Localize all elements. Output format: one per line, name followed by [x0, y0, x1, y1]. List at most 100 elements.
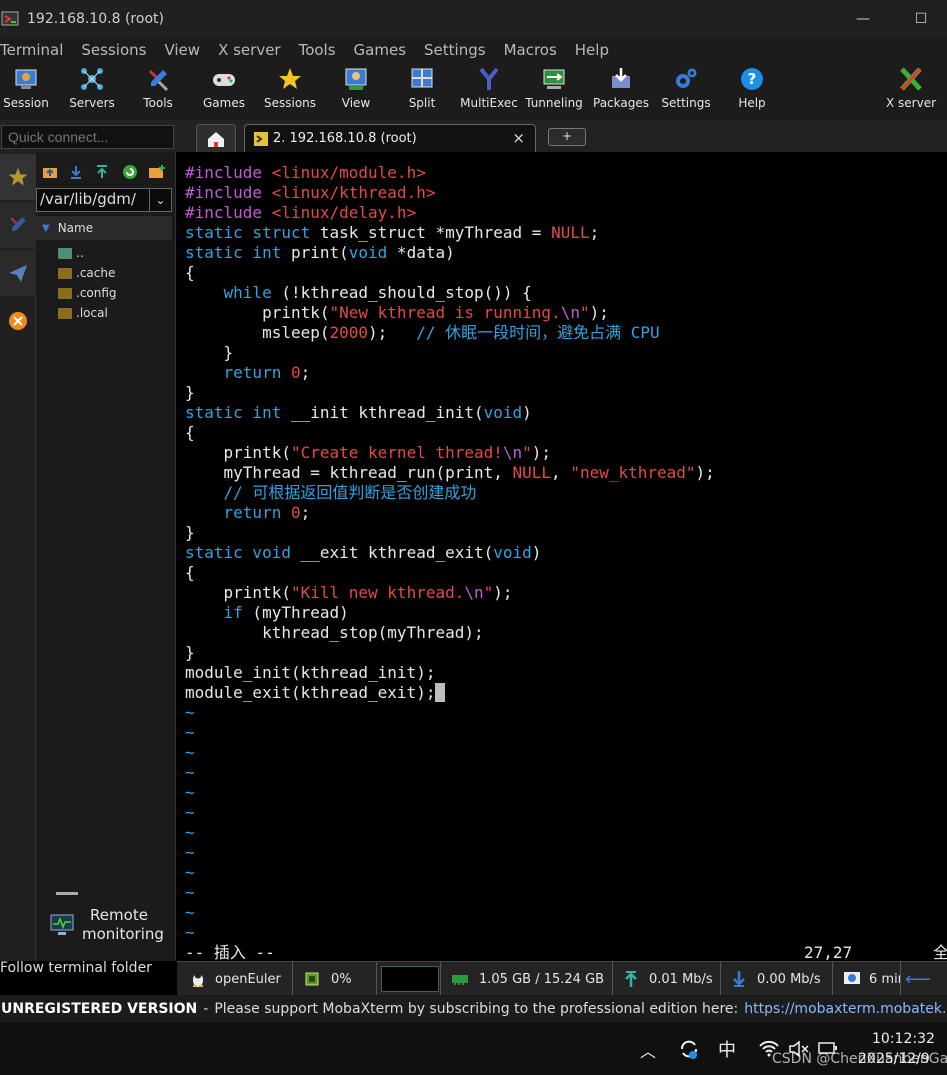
- cpu-graph: [379, 962, 441, 996]
- unregistered-title: UNREGISTERED VERSION: [1, 1000, 198, 1017]
- code-line: static struct task_struct *myThread = NU…: [185, 223, 600, 242]
- code-line: // 可根据返回值判断是否创建成功: [223, 483, 477, 502]
- sftp-sidebar: /var/lib/gdm/ ⌄ ▼ Name .. .cache .config…: [0, 152, 176, 976]
- menu-view[interactable]: View: [164, 41, 200, 59]
- menu-sessions[interactable]: Sessions: [81, 41, 146, 59]
- list-item[interactable]: .local: [58, 303, 108, 323]
- tab-bar: 2. 192.168.10.8 (root) × +: [0, 120, 947, 152]
- folder-icon: [58, 267, 72, 279]
- menu-settings[interactable]: Settings: [424, 41, 486, 59]
- quick-connect-input[interactable]: [1, 125, 174, 149]
- tab-ssh-session[interactable]: 2. 192.168.10.8 (root) ×: [244, 124, 536, 152]
- text-cursor: [435, 683, 446, 702]
- follow-terminal-folder-checkbox[interactable]: Follow terminal folder: [0, 960, 176, 980]
- new-folder-icon[interactable]: [148, 164, 166, 180]
- folder-icon: [58, 307, 72, 319]
- window-title: 192.168.10.8 (root): [27, 11, 164, 27]
- view-icon: [345, 68, 367, 90]
- left-dock: [0, 152, 36, 961]
- path-select[interactable]: /var/lib/gdm/ ⌄: [36, 188, 172, 212]
- tab-close-icon[interactable]: ×: [512, 129, 525, 147]
- terminal-view[interactable]: #include <linux/module.h> #include <linu…: [177, 152, 947, 961]
- list-item[interactable]: ..: [58, 243, 84, 263]
- clock-time[interactable]: 10:12:32: [872, 1031, 935, 1047]
- terminal-tab-icon: [254, 131, 268, 146]
- new-tab-button[interactable]: +: [548, 128, 586, 146]
- dock-macros[interactable]: [0, 298, 36, 344]
- uptime-icon: [844, 972, 860, 984]
- code-line: {: [185, 263, 195, 282]
- dock-tools[interactable]: [0, 202, 36, 248]
- menu-terminal[interactable]: Terminal: [0, 41, 63, 59]
- dock-sessions[interactable]: [0, 154, 36, 200]
- refresh-icon[interactable]: [122, 164, 138, 180]
- folder-icon: [58, 287, 72, 299]
- code-line: myThread = kthread_run(print, NULL, "new…: [185, 463, 715, 482]
- menu-games[interactable]: Games: [354, 41, 406, 59]
- chevron-down-icon[interactable]: ⌄: [149, 189, 171, 211]
- dock-sftp[interactable]: [0, 250, 36, 296]
- ime-indicator[interactable]: 中: [718, 1036, 736, 1062]
- packages-button[interactable]: Packages: [592, 62, 650, 120]
- maximize-icon[interactable]: ☐: [910, 8, 932, 30]
- mobaxterm-app-icon: [1, 11, 19, 26]
- gear-icon: [676, 68, 697, 88]
- multiexec-icon: [479, 67, 499, 90]
- gamepad-icon: [213, 74, 235, 86]
- xserver-button[interactable]: X server: [880, 62, 942, 120]
- code-line: {: [185, 563, 195, 582]
- status-cpu: 0%: [297, 962, 377, 996]
- sync-icon[interactable]: [678, 1038, 700, 1060]
- code-line: printk("New kthread is running.\n");: [185, 303, 609, 322]
- sessions-button[interactable]: Sessions: [264, 62, 316, 120]
- split-button[interactable]: Split: [396, 62, 448, 120]
- star-icon: [8, 167, 28, 186]
- menu-xserver[interactable]: X server: [218, 41, 281, 59]
- tools-button[interactable]: Tools: [132, 62, 184, 120]
- status-bar: openEuler 0% 1.05 GB / 15.24 GB 0.01 Mb/…: [177, 961, 947, 996]
- code-line: msleep(2000); // 休眠一段时间，避免占满 CPU: [185, 323, 660, 342]
- home-tab[interactable]: [196, 124, 236, 152]
- status-memory: 1.05 GB / 15.24 GB: [445, 962, 613, 996]
- games-button[interactable]: Games: [198, 62, 250, 120]
- status-download: 0.00 Mb/s: [725, 962, 833, 996]
- folder-up-icon[interactable]: [42, 164, 58, 180]
- upload-icon[interactable]: [94, 164, 110, 180]
- splitter-handle[interactable]: [56, 892, 78, 895]
- help-button[interactable]: ? Help: [726, 62, 778, 120]
- code-line: }: [185, 383, 195, 402]
- minimize-icon[interactable]: —: [852, 8, 874, 30]
- multiexec-button[interactable]: MultiExec: [460, 62, 518, 120]
- sort-caret-icon: ▼: [42, 222, 50, 234]
- code-line: printk("Create kernel thread!\n");: [185, 443, 552, 462]
- menu-help[interactable]: Help: [575, 41, 609, 59]
- tools-icon: [10, 217, 26, 231]
- remote-monitoring-button[interactable]: Remote monitoring: [36, 902, 176, 952]
- list-item[interactable]: .cache: [58, 263, 115, 283]
- servers-button[interactable]: Servers: [66, 62, 118, 120]
- subscribe-link[interactable]: https://mobaxterm.mobatek.net: [744, 1001, 947, 1017]
- settings-button[interactable]: Settings: [660, 62, 712, 120]
- arrow-left-icon[interactable]: ⟵: [905, 969, 931, 990]
- download-speed-icon: [733, 971, 745, 987]
- code-line: while (!kthread_should_stop()) {: [223, 283, 532, 302]
- session-button[interactable]: Session: [0, 62, 52, 120]
- menu-macros[interactable]: Macros: [504, 41, 557, 59]
- packages-icon: [612, 68, 630, 88]
- view-button[interactable]: View: [330, 62, 382, 120]
- tunneling-button[interactable]: Tunneling: [524, 62, 584, 120]
- list-item[interactable]: .config: [58, 283, 117, 303]
- servers-icon: [81, 68, 103, 90]
- cpu-icon: [305, 972, 319, 986]
- watermark: CSDN @ChenXuanbenGaotuer: [772, 1051, 947, 1067]
- status-uptime: 6 min: [837, 962, 901, 996]
- status-scroll[interactable]: ⟵: [903, 962, 947, 996]
- menu-tools[interactable]: Tools: [299, 41, 336, 59]
- download-icon[interactable]: [68, 164, 84, 180]
- status-upload: 0.01 Mb/s: [617, 962, 721, 996]
- column-header-name[interactable]: ▼ Name: [36, 216, 172, 240]
- chevron-up-icon[interactable]: ︿: [640, 1038, 656, 1062]
- star-icon: [279, 68, 301, 89]
- unregistered-message: Please support MobaXterm by subscribing …: [214, 1000, 739, 1017]
- code-line: return 0;: [223, 503, 311, 522]
